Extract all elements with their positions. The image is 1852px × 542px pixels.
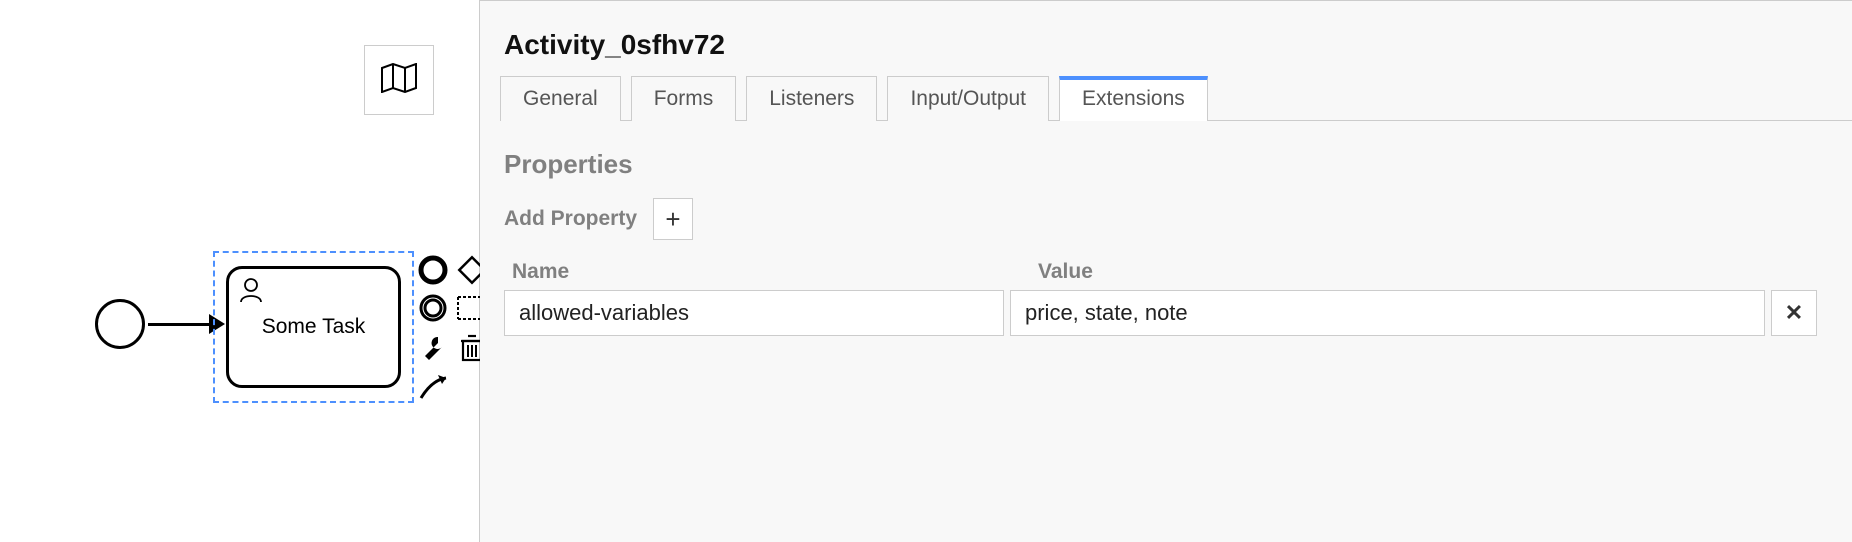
property-row: ✕ [504,290,1817,336]
property-name-input[interactable] [504,290,1004,336]
bpmn-start-event[interactable] [95,299,145,349]
property-value-input[interactable] [1010,290,1765,336]
bpmn-sequence-flow-arrowhead [209,314,225,334]
column-name-header: Name [512,260,1012,284]
properties-panel: Activity_0sfhv72 General Forms Listeners… [480,0,1852,542]
element-id-header: Activity_0sfhv72 [504,29,1852,61]
contextpad-end-event-icon[interactable] [418,255,448,290]
panel-tabs: General Forms Listeners Input/Output Ext… [500,75,1852,121]
bpmn-canvas[interactable]: Some Task [0,0,480,542]
tab-input-output[interactable]: Input/Output [887,76,1049,121]
bpmn-task-label: Some Task [262,315,366,339]
app-root: Some Task Activity_0sfhv72 General [0,0,1852,542]
tab-general[interactable]: General [500,76,621,121]
minimap-toggle-button[interactable] [364,45,434,115]
bpmn-user-task[interactable]: Some Task [226,266,401,388]
user-icon [239,277,263,309]
contextpad-wrench-icon[interactable] [418,333,448,368]
column-value-header: Value [1038,260,1848,284]
tab-forms[interactable]: Forms [631,76,737,121]
add-property-label: Add Property [504,207,637,231]
add-property-button[interactable]: + [653,198,693,240]
bpmn-sequence-flow[interactable] [148,323,218,326]
property-table-header: Name Value [512,260,1848,284]
map-icon [381,63,417,98]
contextpad-intermediate-event-icon[interactable] [418,293,448,328]
tab-extensions[interactable]: Extensions [1059,76,1208,121]
contextpad-connect-icon[interactable] [418,372,452,407]
tab-listeners[interactable]: Listeners [746,76,877,121]
properties-section-title: Properties [504,149,1852,180]
add-property-row: Add Property + [504,198,1852,240]
property-delete-button[interactable]: ✕ [1771,290,1817,336]
